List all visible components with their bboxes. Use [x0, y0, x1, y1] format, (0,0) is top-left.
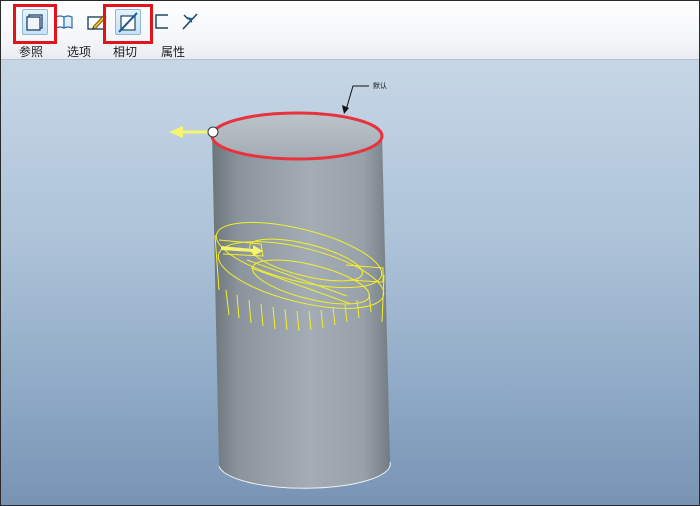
sketch-pencil-icon[interactable] — [85, 9, 111, 35]
graphics-viewport[interactable]: 默认 — [1, 60, 699, 505]
direction-arrow[interactable] — [169, 126, 212, 138]
application-window: 参照 选项 相切 属性 默认 — [0, 0, 700, 506]
book-icon[interactable] — [52, 9, 78, 35]
tab-options[interactable]: 选项 — [67, 43, 91, 60]
dashboard-toolbar: 参照 选项 相切 属性 — [1, 1, 699, 60]
property-arrow-icon[interactable] — [178, 9, 204, 35]
drag-handle[interactable] — [207, 126, 219, 138]
cylinder-model[interactable] — [212, 113, 391, 489]
bracket-icon[interactable] — [149, 9, 175, 35]
leader-annotation: 默认 — [342, 81, 387, 114]
tangent-icon[interactable] — [115, 9, 141, 35]
reference-plane-icon[interactable] — [22, 9, 48, 35]
annotation-label: 默认 — [373, 81, 387, 90]
tab-properties[interactable]: 属性 — [161, 43, 185, 60]
tab-tangent[interactable]: 相切 — [113, 43, 137, 60]
tab-references[interactable]: 参照 — [19, 43, 43, 60]
